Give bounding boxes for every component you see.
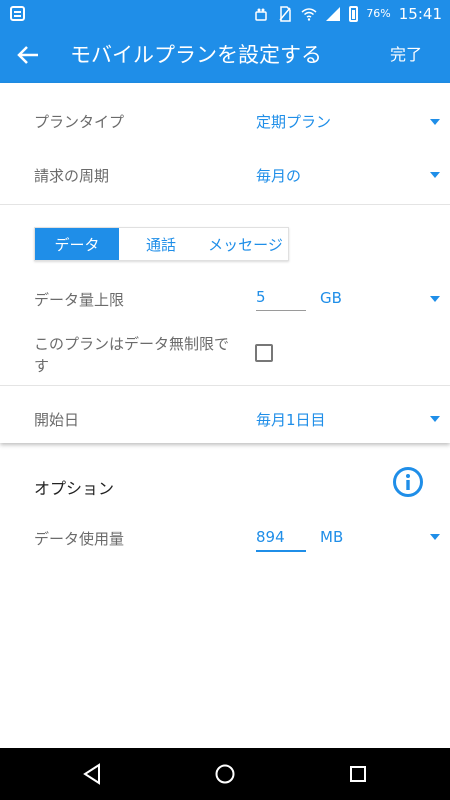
billing-cycle-row[interactable]: 請求の周期 毎月の — [0, 143, 450, 203]
chevron-down-icon[interactable] — [430, 416, 440, 422]
plan-type-value[interactable]: 定期プラン — [256, 111, 331, 132]
battery-percent: 76% — [366, 7, 391, 20]
data-usage-row: データ使用量 894 MB — [0, 520, 450, 560]
data-limit-input[interactable]: 5 — [256, 288, 306, 311]
chevron-down-icon[interactable] — [430, 172, 440, 178]
status-icons: 76% 15:41 — [253, 0, 442, 27]
divider — [0, 204, 450, 205]
start-date-value[interactable]: 毎月1日目 — [256, 409, 326, 430]
data-limit-label: データ量上限 — [34, 291, 125, 309]
tab-calls[interactable]: 通話 — [119, 228, 203, 260]
navigation-bar — [0, 748, 450, 800]
start-date-row[interactable]: 開始日 毎月1日目 — [0, 386, 450, 443]
home-circle-icon[interactable] — [213, 762, 237, 786]
start-date-label: 開始日 — [34, 411, 80, 429]
data-usage-unit[interactable]: MB — [320, 528, 343, 546]
no-sim-icon — [279, 5, 292, 22]
unlimited-data-label: このプランはデータ無制限で す — [34, 335, 230, 375]
billing-cycle-label: 請求の周期 — [34, 167, 110, 185]
page-title: モバイルプランを設定する — [70, 43, 322, 67]
options-title: オプション — [34, 479, 115, 498]
back-triangle-icon[interactable] — [80, 762, 104, 786]
info-icon[interactable] — [392, 466, 424, 498]
wifi-icon — [301, 7, 317, 21]
tab-data[interactable]: データ — [35, 228, 119, 260]
plan-settings-card: プランタイプ 定期プラン 請求の周期 毎月の データ 通話 メッセージ データ量… — [0, 83, 450, 443]
back-arrow-icon[interactable] — [14, 41, 42, 69]
status-bar: 76% 15:41 — [0, 0, 450, 27]
data-usage-label: データ使用量 — [34, 530, 125, 548]
data-usage-input[interactable]: 894 — [256, 528, 306, 552]
tab-messages[interactable]: メッセージ — [203, 228, 288, 260]
chevron-down-icon[interactable] — [430, 119, 440, 125]
recent-apps-icon[interactable] — [346, 762, 370, 786]
data-limit-unit[interactable]: GB — [320, 289, 342, 307]
battery-icon — [349, 5, 359, 22]
plan-type-row[interactable]: プランタイプ 定期プラン — [0, 83, 450, 143]
notification-icon — [10, 6, 25, 21]
plan-type-label: プランタイプ — [34, 113, 125, 131]
chevron-down-icon[interactable] — [430, 296, 440, 302]
android-robot-icon — [255, 8, 268, 21]
app-bar: モバイルプランを設定する 完了 — [0, 27, 450, 83]
data-limit-row: データ量上限 5 GB — [0, 278, 450, 318]
done-button[interactable]: 完了 — [390, 43, 422, 67]
signal-icon — [326, 6, 341, 21]
unlimited-data-checkbox[interactable] — [255, 344, 273, 362]
clock: 15:41 — [398, 4, 442, 23]
billing-cycle-value[interactable]: 毎月の — [256, 165, 301, 186]
unlimited-data-row: このプランはデータ無制限で す — [0, 331, 450, 381]
usage-type-tabs: データ 通話 メッセージ — [34, 227, 289, 261]
chevron-down-icon[interactable] — [430, 534, 440, 540]
